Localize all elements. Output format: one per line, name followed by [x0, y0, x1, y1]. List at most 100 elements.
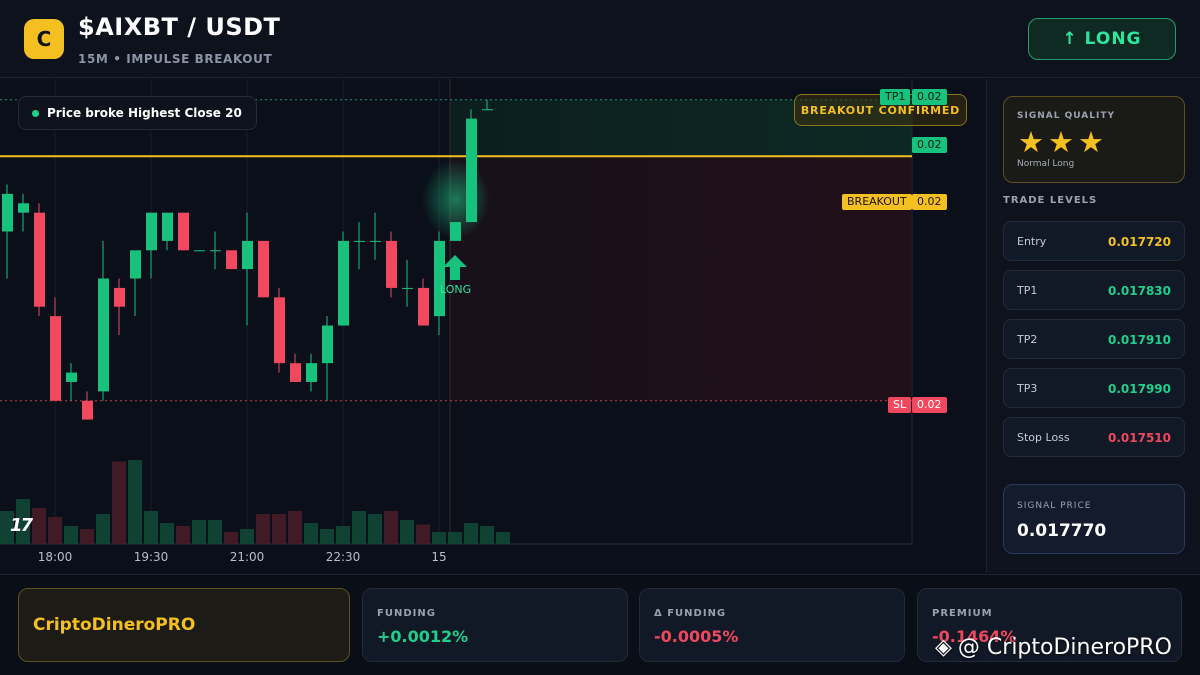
stat-label: FUNDING: [377, 608, 436, 619]
level-row-tp1: TP1 0.017830: [1003, 270, 1185, 310]
signal-price-caption: SIGNAL PRICE: [1017, 501, 1092, 511]
sl-tag: SL: [888, 397, 912, 413]
x-tick-label: 21:00: [229, 550, 265, 564]
stop-loss-zone: [450, 156, 912, 401]
candle-up: [162, 212, 173, 241]
level-row-tp3: TP3 0.017990: [1003, 368, 1185, 408]
price-chart[interactable]: Price broke Highest Close 20 BREAKOUT CO…: [0, 79, 985, 573]
level-name: TP1: [1017, 284, 1038, 297]
volume-bar: [368, 514, 382, 544]
candle-up: [242, 240, 253, 270]
candlestick-chart: [0, 79, 913, 545]
volume-bar: [208, 520, 222, 544]
candle-up: [434, 240, 445, 317]
stat-label: Δ FUNDING: [654, 608, 727, 619]
volume-bar: [240, 529, 254, 544]
volume-bar: [304, 523, 318, 544]
level-value: 0.017720: [1107, 235, 1171, 249]
volume-bar: [128, 460, 142, 544]
breakout-tag: BREAKOUT: [842, 194, 912, 210]
volume-bar: [160, 523, 174, 544]
volume-bar: [256, 514, 270, 544]
level-value: 0.017990: [1107, 382, 1171, 396]
volume-bar: [80, 529, 94, 544]
volume-bars: [0, 460, 510, 544]
signal-side-panel: SIGNAL QUALITY ★★★ Normal Long TRADE LEV…: [986, 79, 1200, 573]
stat-label: PREMIUM: [932, 608, 993, 619]
volume-bar: [144, 511, 158, 544]
trade-levels-title: TRADE LEVELS: [1003, 195, 1098, 206]
volume-bar: [176, 526, 190, 544]
stat-value: -0.0005%: [654, 627, 739, 646]
candle-down: [290, 363, 301, 382]
candle-down: [258, 240, 269, 298]
breakout-value-tag: 0.02: [912, 194, 947, 210]
candle-up: [130, 250, 141, 279]
candle-down: [418, 287, 429, 326]
pair-title: $AIXBT / USDT: [78, 13, 281, 41]
candle-up: [450, 222, 461, 241]
current-price-tag: 0.02: [912, 137, 947, 153]
candle-up: [210, 250, 221, 252]
binance-logo-icon: ◈: [935, 635, 952, 660]
watermark-text: @ CriptoDineroPRO: [957, 635, 1172, 660]
tp1-value-tag: 0.02: [912, 89, 947, 105]
level-row-tp2: TP2 0.017910: [1003, 319, 1185, 359]
quality-note: Normal Long: [1017, 159, 1075, 169]
volume-bar: [480, 526, 494, 544]
level-name: Stop Loss: [1017, 431, 1070, 444]
x-tick-label: 19:30: [133, 550, 169, 564]
volume-bar: [464, 523, 478, 544]
candle-up: [146, 212, 157, 251]
signal-price-value: 0.017770: [1017, 521, 1107, 541]
level-value: 0.017510: [1107, 431, 1171, 445]
info-pill: Price broke Highest Close 20: [18, 96, 257, 130]
volume-bar: [224, 532, 238, 544]
candle-up: [354, 240, 365, 242]
level-row-entry: Entry 0.017720: [1003, 221, 1185, 261]
volume-bar: [384, 511, 398, 544]
tradingview-logo: 17: [10, 515, 33, 536]
candle-up: [466, 118, 477, 223]
volume-bar: [352, 511, 366, 544]
candle-up: [482, 109, 493, 111]
volume-bar: [400, 520, 414, 544]
candle-up: [18, 203, 29, 213]
stat-card-delta-funding: Δ FUNDING -0.0005%: [639, 588, 905, 662]
candle-up: [370, 240, 381, 242]
long-signal-button[interactable]: ↑ LONG: [1028, 18, 1176, 60]
signal-quality-card: SIGNAL QUALITY ★★★ Normal Long: [1003, 96, 1185, 183]
candle-up: [306, 363, 317, 382]
candle-up: [2, 193, 13, 232]
stat-value: +0.0012%: [377, 627, 469, 646]
trade-zones: [422, 79, 912, 544]
volume-bar: [288, 511, 302, 544]
candle-down: [34, 212, 45, 307]
brand-logo: C: [24, 19, 64, 59]
candle-down: [274, 297, 285, 364]
header: C $AIXBT / USDT 15M • IMPULSE BREAKOUT ↑…: [0, 0, 1200, 78]
signal-quality-caption: SIGNAL QUALITY: [1017, 111, 1115, 121]
timeframe-subtitle: 15M • IMPULSE BREAKOUT: [78, 52, 273, 66]
volume-bar: [416, 524, 430, 544]
level-row-stop-loss: Stop Loss 0.017510: [1003, 417, 1185, 457]
level-value: 0.017830: [1107, 284, 1171, 298]
volume-bar: [96, 514, 110, 544]
volume-bar: [496, 532, 510, 544]
volume-bar: [432, 532, 446, 544]
info-pill-text: Price broke Highest Close 20: [47, 106, 242, 120]
x-tick-label: 15: [431, 550, 447, 564]
candle-down: [82, 400, 93, 420]
level-name: Entry: [1017, 235, 1047, 248]
watermark: ◈ @ CriptoDineroPRO: [935, 635, 1172, 660]
quality-stars-icon: ★★★: [1018, 125, 1108, 159]
volume-bar: [32, 508, 46, 544]
tp1-tag: TP1: [880, 89, 911, 105]
stat-card-funding: FUNDING +0.0012%: [362, 588, 628, 662]
x-tick-label: 18:00: [37, 550, 73, 564]
candle-down: [226, 250, 237, 270]
volume-bar: [192, 520, 206, 544]
candle-up: [338, 240, 349, 326]
sl-value-tag: 0.02: [912, 397, 947, 413]
candle-up: [402, 287, 413, 289]
